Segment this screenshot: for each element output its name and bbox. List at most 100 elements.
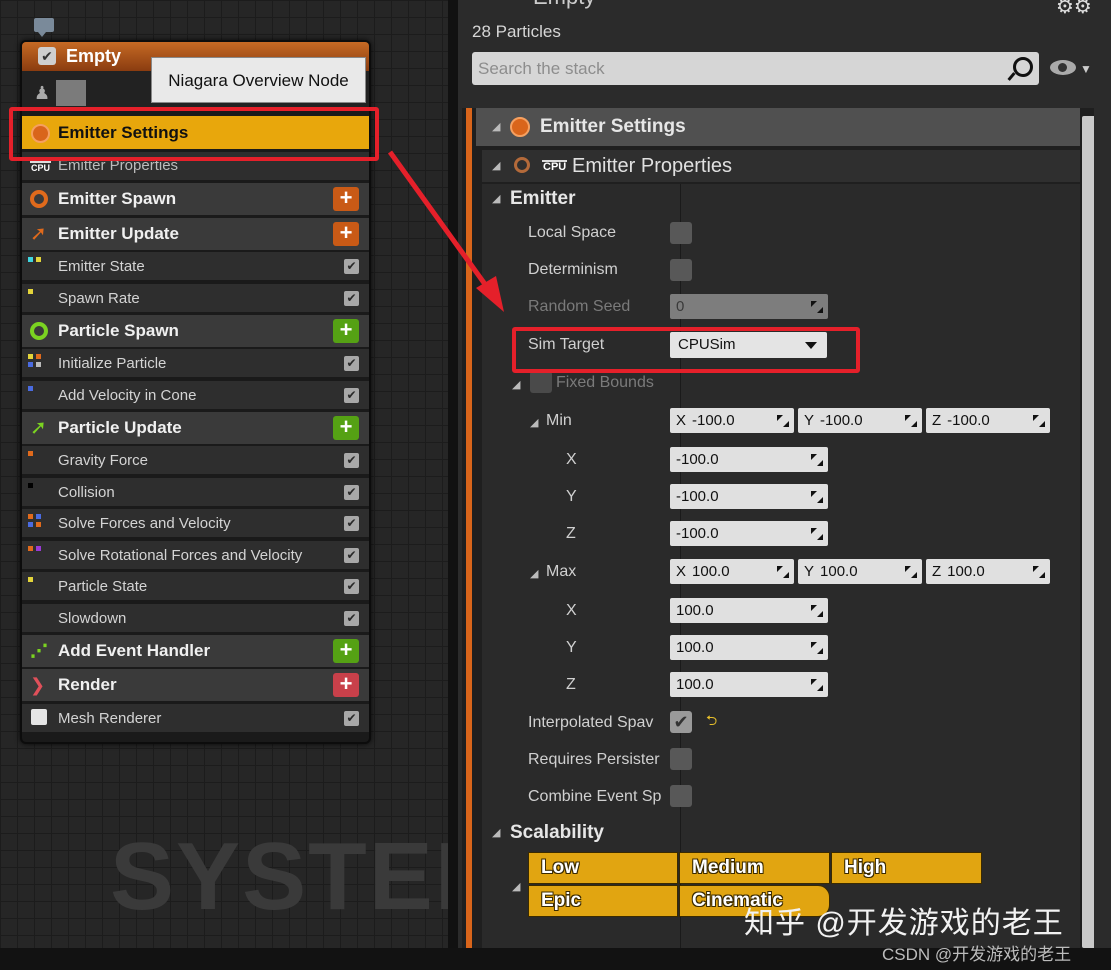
group-particle-spawn[interactable]: Particle Spawn + [22, 315, 369, 347]
scalability-medium-button[interactable]: Medium [679, 852, 830, 884]
drag-handle-icon[interactable] [903, 413, 918, 428]
min-y-value-input[interactable]: -100.0 [670, 484, 828, 509]
random-seed-input[interactable]: 0 [670, 294, 828, 319]
emitter-settings-icon [514, 157, 530, 173]
collapse-triangle-icon[interactable]: ◢ [492, 159, 500, 172]
add-module-button[interactable]: + [333, 187, 359, 211]
stack-search-box[interactable] [472, 52, 1039, 85]
add-module-button[interactable]: + [333, 416, 359, 440]
max-y-input[interactable]: Y 100.0 [798, 559, 922, 584]
module-enabled-checkbox[interactable]: ✔ [344, 356, 359, 371]
module-enabled-checkbox[interactable]: ✔ [344, 485, 359, 500]
module-row[interactable]: Gravity Force ✔ [22, 446, 369, 474]
drag-handle-icon[interactable] [809, 677, 824, 692]
min-y-input[interactable]: Y -100.0 [798, 408, 922, 433]
max-z-input[interactable]: Z 100.0 [926, 559, 1050, 584]
group-render[interactable]: ❯ Render + [22, 669, 369, 701]
combine-event-spawn-checkbox[interactable] [670, 785, 692, 807]
module-enabled-checkbox[interactable]: ✔ [344, 579, 359, 594]
module-enabled-checkbox[interactable]: ✔ [344, 516, 359, 531]
max-x-input[interactable]: X 100.0 [670, 559, 794, 584]
drag-handle-icon[interactable] [903, 564, 918, 579]
comment-bubble-icon[interactable] [34, 18, 54, 37]
module-row[interactable]: Solve Rotational Forces and Velocity ✔ [22, 541, 369, 569]
drag-handle-icon[interactable] [809, 452, 824, 467]
module-row[interactable]: Spawn Rate ✔ [22, 284, 369, 312]
max-x-value-input[interactable]: 100.0 [670, 598, 828, 623]
chevron-down-icon[interactable]: ▼ [1080, 62, 1092, 76]
module-enabled-checkbox[interactable]: ✔ [344, 388, 359, 403]
drag-handle-icon[interactable] [809, 489, 824, 504]
stack-emitter-settings-header[interactable]: ◢ Emitter Settings [476, 108, 1080, 146]
min-y-label: Y [566, 488, 577, 505]
reset-to-default-icon[interactable]: ⮌ [706, 710, 717, 734]
module-row[interactable]: Solve Forces and Velocity ✔ [22, 509, 369, 537]
drag-handle-icon[interactable] [809, 526, 824, 541]
drag-handle-icon[interactable] [809, 299, 824, 314]
module-enabled-checkbox[interactable]: ✔ [344, 453, 359, 468]
module-row[interactable]: Emitter State ✔ [22, 252, 369, 280]
drag-handle-icon[interactable] [1031, 564, 1046, 579]
add-module-button[interactable]: + [333, 319, 359, 343]
scalability-section-header: Scalability [510, 822, 604, 843]
module-row[interactable]: Initialize Particle ✔ [22, 349, 369, 377]
module-enabled-checkbox[interactable]: ✔ [344, 291, 359, 306]
csdn-watermark: CSDN @开发游戏的老王 [882, 945, 1072, 964]
group-emitter-update[interactable]: ➚ Emitter Update + [22, 218, 369, 250]
interpolated-spawn-checkbox[interactable]: ✔ [670, 711, 692, 733]
scalability-epic-button[interactable]: Epic [528, 885, 678, 917]
min-x-value-input[interactable]: -100.0 [670, 447, 828, 472]
module-row[interactable]: Collision ✔ [22, 478, 369, 506]
collapse-triangle-icon[interactable]: ◢ [530, 416, 538, 429]
collapse-triangle-icon[interactable]: ◢ [492, 120, 500, 133]
drag-handle-icon[interactable] [809, 603, 824, 618]
scalability-high-button[interactable]: High [831, 852, 982, 884]
collapse-triangle-icon[interactable]: ◢ [492, 826, 500, 839]
min-z-value-input[interactable]: -100.0 [670, 521, 828, 546]
determinism-checkbox[interactable] [670, 259, 692, 281]
add-module-button[interactable]: + [333, 639, 359, 663]
emitter-enabled-checkbox[interactable]: ✔ [38, 47, 56, 65]
module-enabled-checkbox[interactable]: ✔ [344, 611, 359, 626]
requires-persistent-ids-checkbox[interactable] [670, 748, 692, 770]
module-enabled-checkbox[interactable]: ✔ [344, 711, 359, 726]
add-module-button[interactable]: + [333, 222, 359, 246]
module-row[interactable]: Mesh Renderer ✔ [22, 704, 369, 732]
module-row[interactable]: Particle State ✔ [22, 572, 369, 600]
collapse-triangle-icon[interactable]: ◢ [512, 378, 520, 391]
module-enabled-checkbox[interactable]: ✔ [344, 548, 359, 563]
view-options-eye-icon[interactable] [1050, 60, 1076, 75]
panel-splitter[interactable] [448, 0, 458, 948]
section-label: Emitter Properties [572, 155, 733, 177]
axis-label: Y [804, 563, 815, 580]
group-emitter-spawn[interactable]: Emitter Spawn + [22, 183, 369, 215]
min-z-input[interactable]: Z -100.0 [926, 408, 1050, 433]
stack-scrollbar[interactable] [1082, 116, 1094, 948]
drag-handle-icon[interactable] [775, 564, 790, 579]
drag-handle-icon[interactable] [809, 640, 824, 655]
drag-handle-icon[interactable] [1031, 413, 1046, 428]
max-y-value-input[interactable]: 100.0 [670, 635, 828, 660]
group-label: Emitter Spawn [58, 189, 177, 208]
group-add-event-handler[interactable]: ⋰ Add Event Handler + [22, 635, 369, 667]
module-label: Slowdown [58, 610, 127, 627]
isolate-figure-icon[interactable]: ♟ [34, 83, 50, 104]
settings-gear-icon[interactable]: ⚙⚙ [1056, 0, 1092, 18]
stack-search-input[interactable] [478, 52, 998, 85]
scalability-low-button[interactable]: Low [528, 852, 678, 884]
module-enabled-checkbox[interactable]: ✔ [344, 259, 359, 274]
max-z-value-input[interactable]: 100.0 [670, 672, 828, 697]
add-renderer-button[interactable]: + [333, 673, 359, 697]
local-space-checkbox[interactable] [670, 222, 692, 244]
collapse-triangle-icon[interactable]: ◢ [492, 192, 500, 205]
group-particle-update[interactable]: ➚ Particle Update + [22, 412, 369, 444]
module-row[interactable]: Add Velocity in Cone ✔ [22, 381, 369, 409]
min-x-input[interactable]: X -100.0 [670, 408, 794, 433]
fixed-bounds-checkbox[interactable] [530, 371, 552, 393]
drag-handle-icon[interactable] [775, 413, 790, 428]
collapse-triangle-icon[interactable]: ◢ [530, 567, 538, 580]
stack-emitter-properties-header[interactable]: ◢ CPU Emitter Properties [482, 150, 1080, 182]
module-row[interactable]: Slowdown ✔ [22, 604, 369, 632]
collapse-triangle-icon[interactable]: ◢ [512, 880, 520, 893]
search-icon[interactable] [1013, 57, 1033, 77]
